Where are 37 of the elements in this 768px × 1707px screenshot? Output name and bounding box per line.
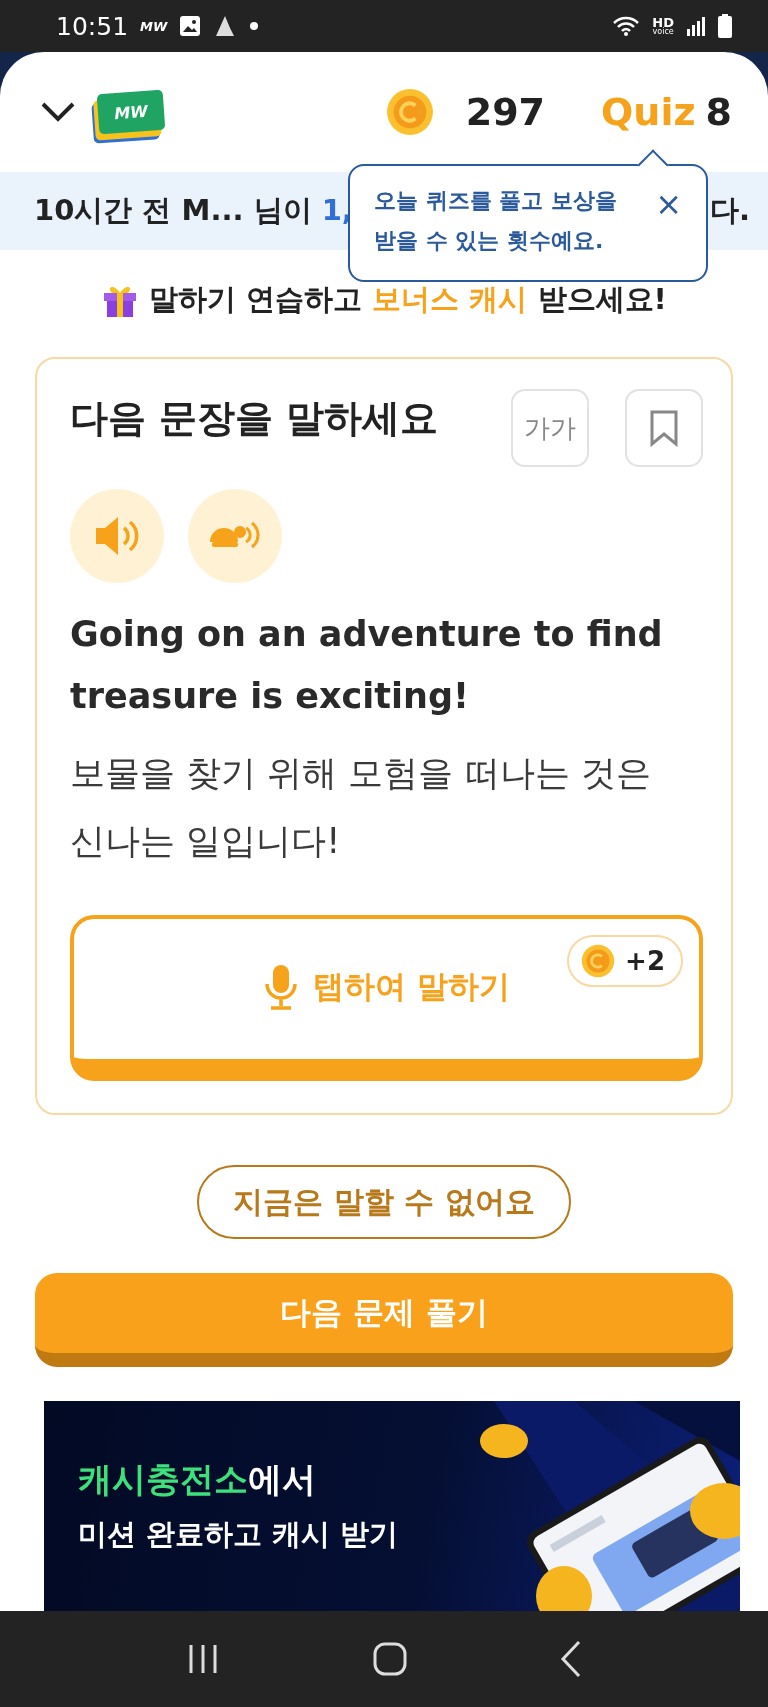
bookmark-button[interactable] — [625, 389, 703, 468]
coin-balance: 297 — [465, 90, 546, 134]
dot-icon — [249, 21, 260, 31]
quiz-count: 8 — [705, 90, 732, 134]
bookmark-icon — [649, 409, 679, 448]
quiz-label: Quiz — [601, 90, 696, 134]
banner-subtitle: 미션 완료하고 캐시 받기 — [78, 1515, 400, 1553]
signal-icon — [686, 15, 706, 37]
tooltip-text: 받을 수 있는 횟수예요. — [374, 227, 605, 255]
back-icon — [559, 1639, 582, 1678]
english-sentence: Going on an adventure to find treasure is exciting! — [70, 613, 664, 719]
close-button[interactable]: × — [651, 186, 686, 222]
wifi-icon — [612, 15, 641, 37]
banner-title: 캐시충전소에서 — [78, 1457, 317, 1501]
home-icon — [373, 1641, 407, 1676]
tap-to-speak-button[interactable]: 탭하여 말하기 +2 — [70, 915, 703, 1082]
coin-icon — [385, 88, 434, 136]
font-size-button[interactable]: 가가 — [511, 389, 589, 468]
card-title: 다음 문장을 말하세요 — [70, 395, 440, 443]
home-button[interactable] — [373, 1641, 407, 1676]
activity-ticker-text: 10시간 전 M... 님이 1, — [34, 192, 353, 229]
promo-text: 말하기 연습하고 보너스 캐시 받으세요! — [149, 280, 667, 318]
ad-banner[interactable]: 캐시충전소에서 미션 완료하고 캐시 받기 — [44, 1400, 740, 1611]
notification-app-label: MW — [140, 18, 168, 34]
back-button[interactable] — [559, 1639, 582, 1678]
reward-amount: +2 — [625, 946, 665, 977]
gallery-icon — [179, 15, 202, 37]
hd-voice-icon: HD voice — [652, 16, 674, 36]
microphone-icon — [263, 964, 300, 1011]
coin-icon — [581, 944, 616, 979]
tooltip-text: 오늘 퀴즈를 풀고 보상을 — [374, 187, 618, 215]
korean-translation: 보물을 찾기 위해 모험을 떠나는 것은 신나는 일입니다! — [70, 752, 652, 864]
collapse-chevron-icon[interactable] — [40, 101, 76, 123]
status-time: 10:51 — [56, 11, 129, 41]
activity-ticker-end: 다. — [709, 192, 750, 229]
battery-icon — [718, 14, 732, 38]
cannot-speak-button[interactable]: 지금은 말할 수 없어요 — [197, 1165, 571, 1240]
